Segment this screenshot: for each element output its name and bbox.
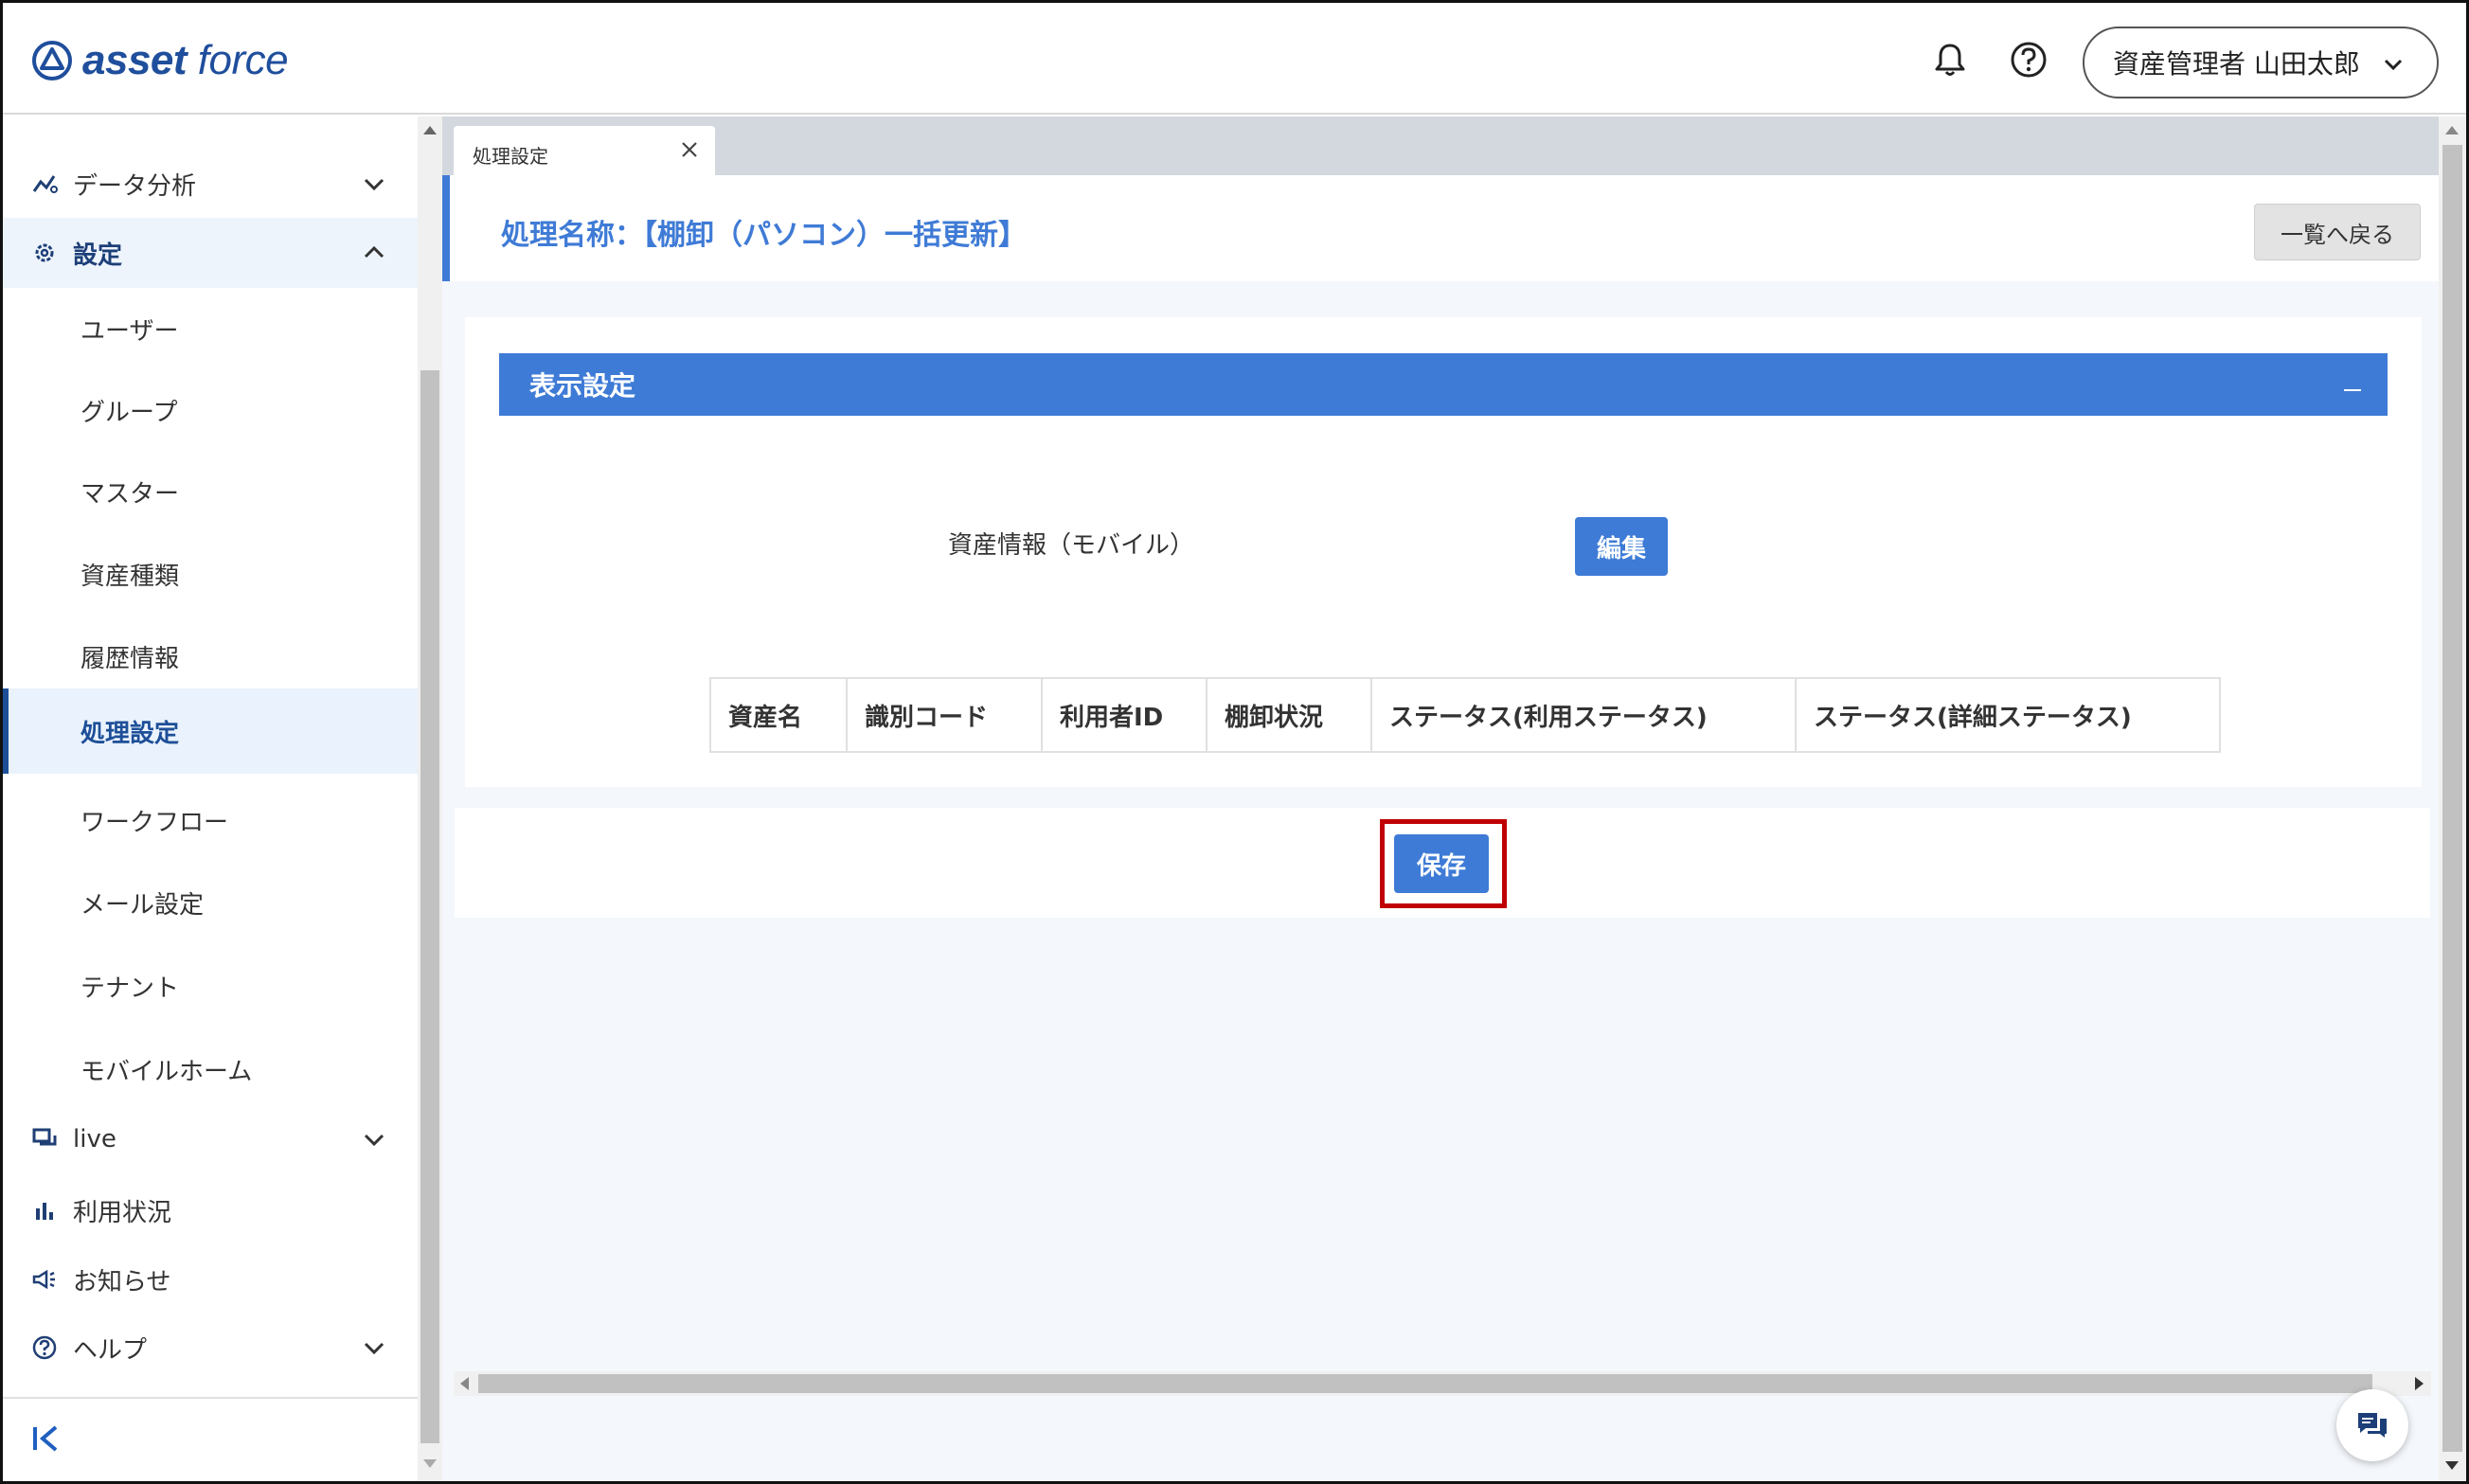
sidebar-item-label: 利用状況 [73, 1198, 172, 1227]
chevron-down-icon [364, 178, 385, 191]
logo-text: asset force [82, 37, 289, 83]
sidebar-subitem-mail-settings[interactable]: メール設定 [3, 862, 418, 943]
bell-icon[interactable] [1929, 39, 1971, 80]
gear-icon [31, 240, 58, 266]
sidebar-subitem-history[interactable]: 履歴情報 [3, 616, 418, 697]
sidebar-item-settings[interactable]: 設定 [3, 218, 418, 288]
panel-title: 表示設定 [529, 370, 636, 402]
sidebar-subitem-groups[interactable]: グループ [3, 369, 418, 451]
megaphone-icon [31, 1266, 58, 1293]
chevron-down-icon [2384, 59, 2403, 71]
scroll-left-arrow-icon[interactable] [460, 1377, 469, 1390]
scrollbar-thumb[interactable] [420, 370, 439, 1443]
analytics-icon [31, 170, 58, 197]
app-header: asset force 資産管理者 山田太郎 [3, 3, 2466, 115]
tab-bar: 処理設定 [442, 116, 2439, 175]
sidebar-subitem-process-settings[interactable]: 処理設定 [3, 688, 418, 774]
scroll-up-arrow-icon[interactable] [423, 126, 437, 134]
display-columns-table: 資産名 識別コード 利用者ID 棚卸状況 ステータス(利用ステータス) ステータ… [709, 677, 2221, 753]
sidebar-item-label: ヘルプ [73, 1335, 148, 1365]
panel-header: 表示設定 [499, 353, 2388, 416]
collapse-panel-icon[interactable] [2340, 368, 2369, 397]
close-icon[interactable] [679, 139, 700, 160]
back-to-list-button[interactable]: 一覧へ戻る [2254, 204, 2421, 260]
sidebar-subitem-asset-types[interactable]: 資産種類 [3, 533, 418, 615]
tab-label: 処理設定 [473, 145, 548, 168]
sidebar-item-live[interactable]: live [3, 1106, 418, 1172]
scroll-right-arrow-icon[interactable] [2415, 1377, 2424, 1390]
page-title-bar: 処理名称：【棚卸（パソコン）一括更新】 一覧へ戻る [442, 175, 2439, 281]
main-vertical-scrollbar[interactable] [2439, 116, 2466, 1481]
chevron-down-icon [364, 1134, 385, 1147]
help-circle-icon [31, 1334, 58, 1361]
horizontal-scrollbar[interactable] [454, 1371, 2431, 1396]
chevron-up-icon [364, 245, 385, 259]
scrollbar-thumb[interactable] [2442, 145, 2462, 1452]
sidebar-item-news[interactable]: お知らせ [3, 1246, 418, 1313]
scroll-up-arrow-icon[interactable] [2445, 126, 2459, 134]
help-circle-icon[interactable] [2008, 39, 2049, 80]
sidebar-scrollbar[interactable] [418, 116, 442, 1481]
tab-process-settings[interactable]: 処理設定 [454, 126, 715, 175]
logo-mark-icon [32, 41, 72, 80]
column-header: ステータス(詳細ステータス) [1795, 677, 2221, 753]
scrollbar-thumb[interactable] [478, 1374, 2372, 1393]
sidebar-item-help[interactable]: ヘルプ [3, 1314, 418, 1381]
sidebar-subitem-master[interactable]: マスター [3, 451, 418, 532]
table-header-row: 資産名 識別コード 利用者ID 棚卸状況 ステータス(利用ステータス) ステータ… [709, 677, 2221, 753]
bar-chart-icon [31, 1197, 58, 1224]
field-label: 資産情報（モバイル） [948, 531, 1195, 560]
sidebar-subitem-workflow[interactable]: ワークフロー [3, 779, 418, 861]
sidebar-subitem-mobile-home[interactable]: モバイルホーム [3, 1028, 418, 1110]
chevron-down-icon [364, 1342, 385, 1355]
sidebar-item-label: データ分析 [73, 171, 197, 201]
sidebar-item-label: 設定 [73, 241, 123, 270]
chat-bubbles-icon [31, 1126, 58, 1153]
column-header: 利用者ID [1041, 677, 1208, 753]
user-menu-button[interactable]: 資産管理者 山田太郎 [2083, 27, 2439, 98]
page-title: 処理名称：【棚卸（パソコン）一括更新】 [501, 219, 1027, 252]
column-header: 資産名 [709, 677, 848, 753]
sidebar-subitem-tenant[interactable]: テナント [3, 945, 418, 1027]
display-settings-card: 表示設定 資産情報（モバイル） 編集 資産名 識別コード 利用者ID 棚卸状況 … [465, 317, 2422, 787]
sidebar-item-usage[interactable]: 利用状況 [3, 1177, 418, 1243]
sidebar-item-label: お知らせ [73, 1267, 171, 1296]
sidebar-subitem-users[interactable]: ユーザー [3, 288, 418, 369]
collapse-sidebar-icon[interactable] [29, 1421, 63, 1456]
sidebar: データ分析 設定 ユーザー グループ マスター 資産種類 履歴情報 処理設定 ワ… [3, 116, 418, 1481]
column-header: ステータス(利用ステータス) [1370, 677, 1797, 753]
edit-button[interactable]: 編集 [1575, 517, 1668, 576]
app-logo[interactable]: asset force [31, 37, 289, 84]
chat-icon [2358, 1413, 2387, 1438]
save-bar: 保存 [455, 808, 2430, 918]
user-name: 資産管理者 山田太郎 [2113, 48, 2360, 80]
main-content: 処理設定 処理名称：【棚卸（パソコン）一括更新】 一覧へ戻る 表示設定 資産情報… [442, 116, 2439, 1481]
column-header: 識別コード [846, 677, 1043, 753]
chat-button[interactable] [2336, 1389, 2408, 1461]
sidebar-divider [3, 1397, 418, 1399]
save-button[interactable]: 保存 [1394, 834, 1489, 893]
column-header: 棚卸状況 [1206, 677, 1372, 753]
scroll-down-arrow-icon[interactable] [2445, 1461, 2459, 1470]
sidebar-item-label: live [73, 1125, 116, 1153]
sidebar-item-data-analysis[interactable]: データ分析 [3, 150, 418, 218]
scroll-down-arrow-icon[interactable] [423, 1459, 437, 1468]
